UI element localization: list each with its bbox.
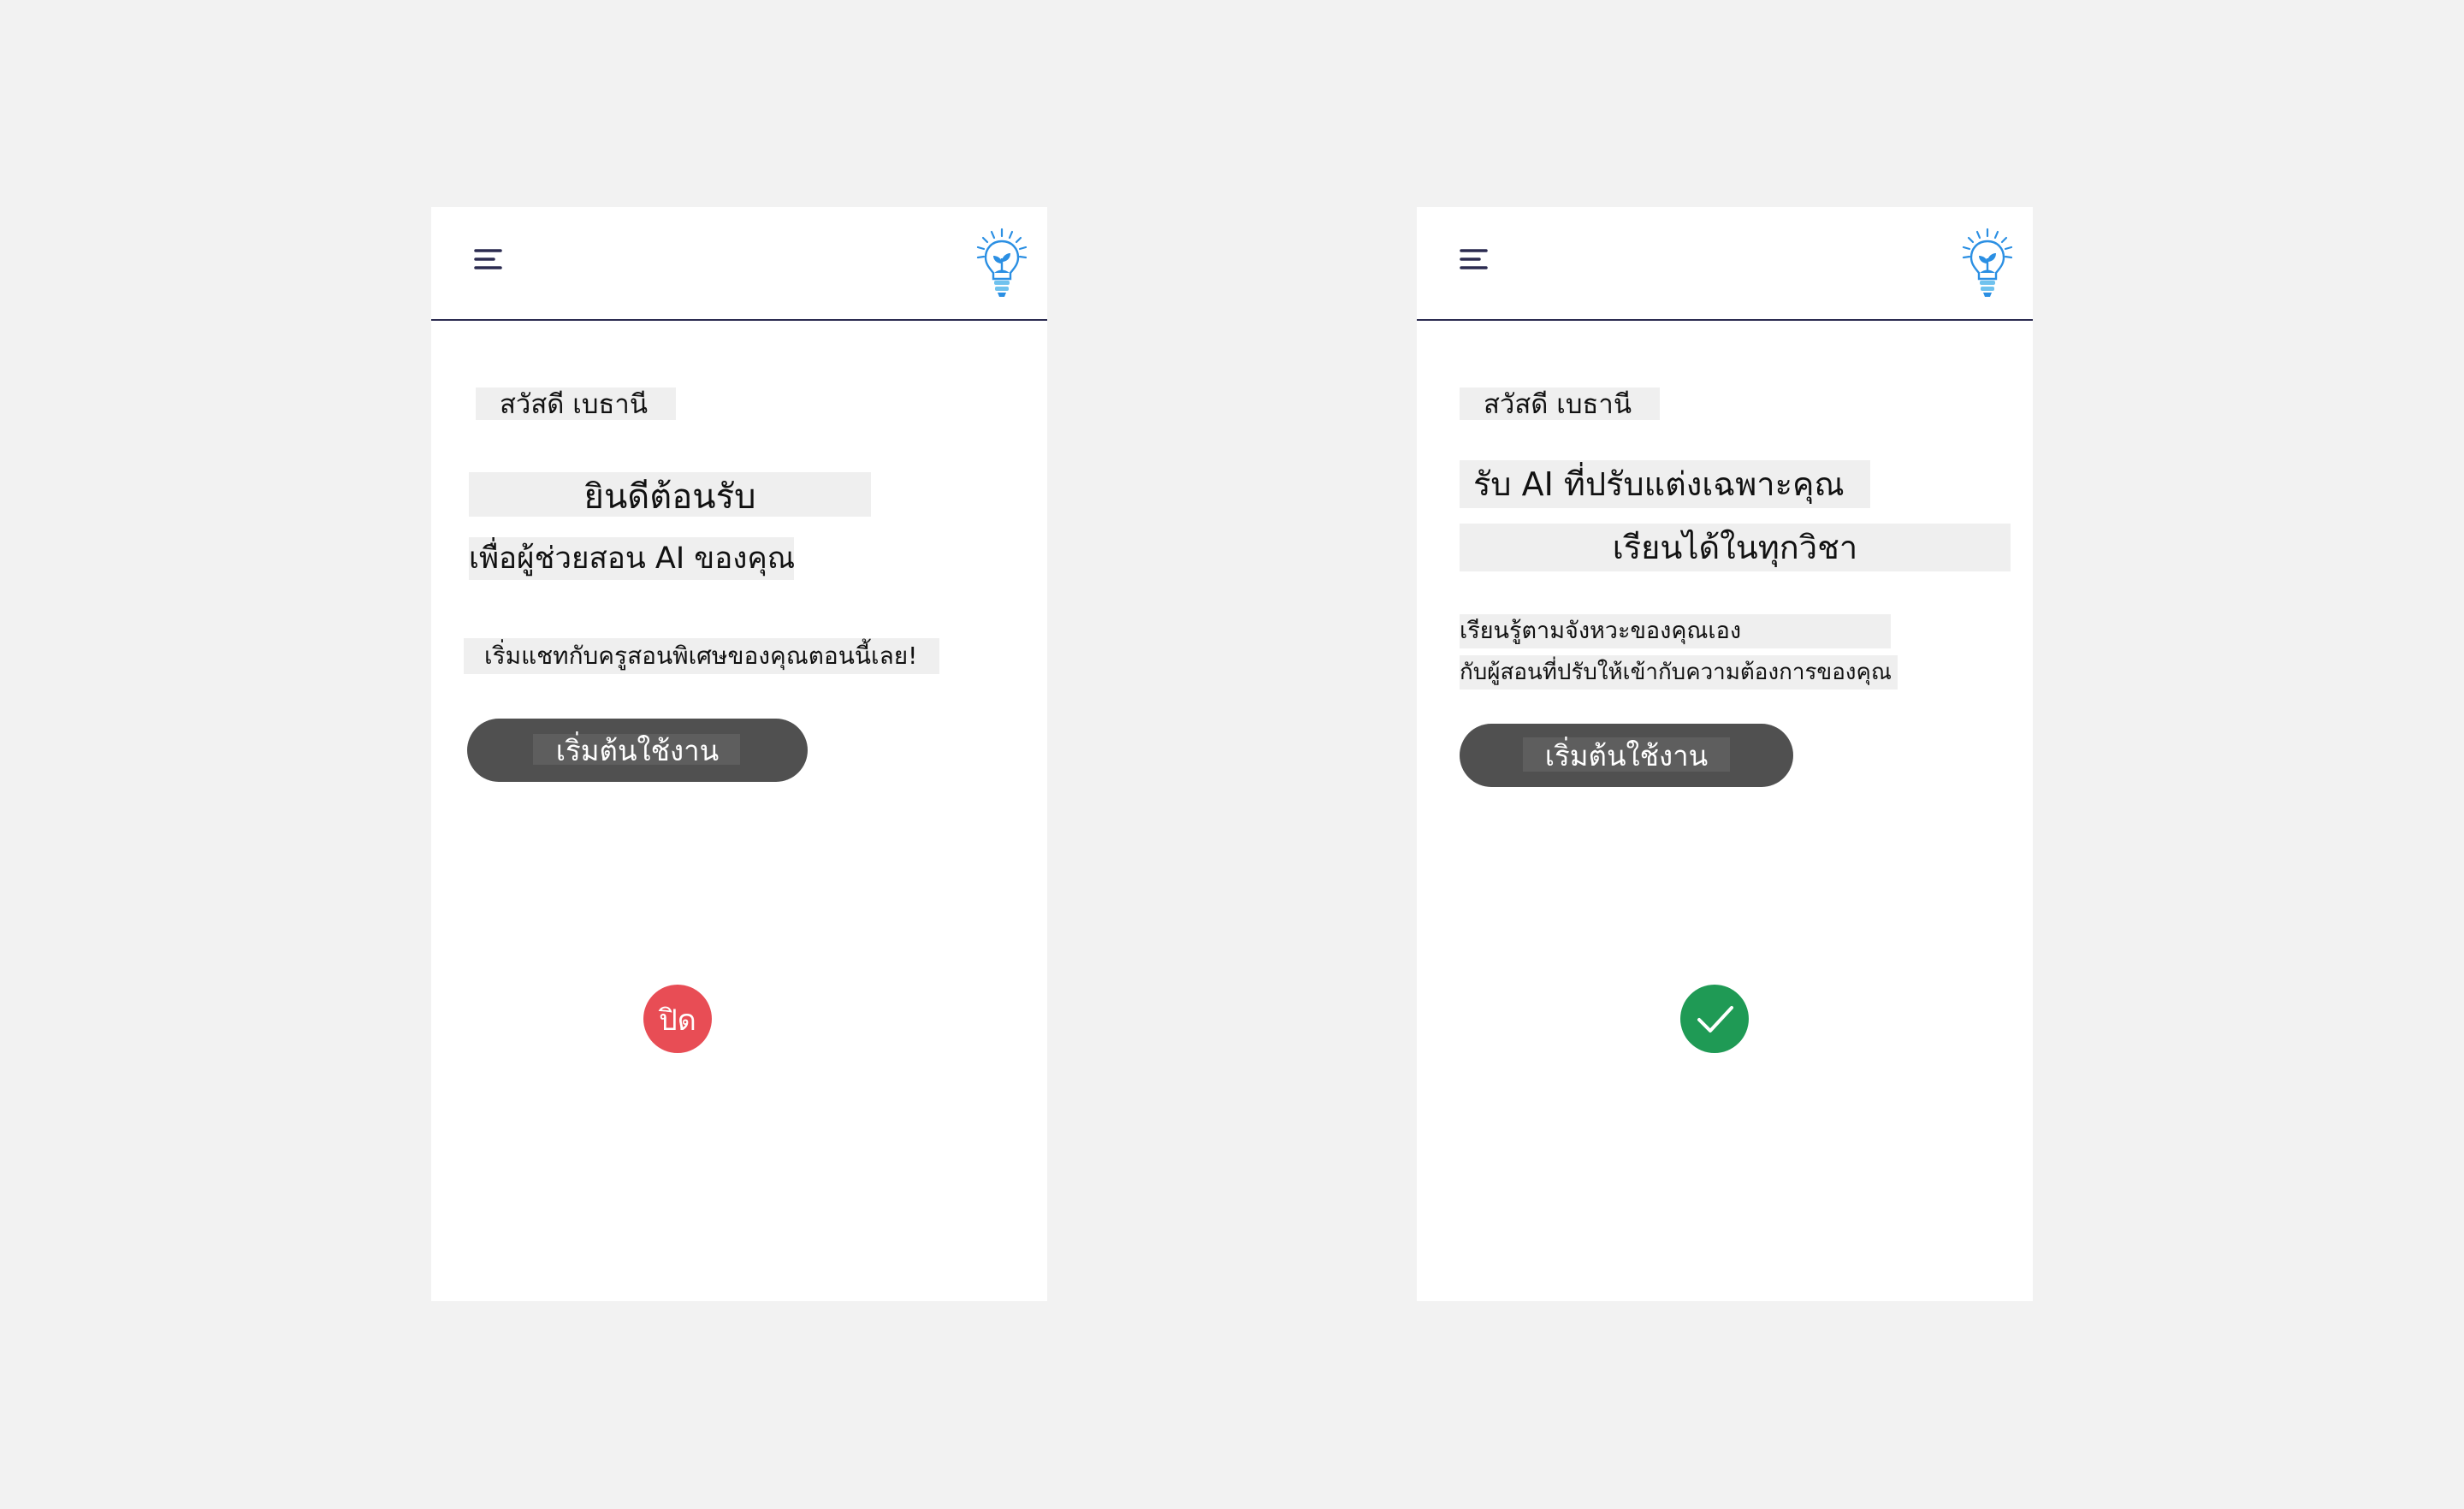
menu-icon[interactable]	[1460, 245, 1490, 275]
greeting-text: สวัสดี เบธานี	[500, 389, 649, 420]
off-status-badge: ปิด	[643, 985, 712, 1053]
body-line2-text: กับผู้สอนที่ปรับให้เข้ากับความต้องการของ…	[1460, 660, 1892, 685]
get-started-button[interactable]: เริ่มต้นใช้งาน	[467, 719, 808, 782]
get-started-button[interactable]: เริ่มต้นใช้งาน	[1460, 724, 1793, 787]
lightbulb-plant-logo	[976, 228, 1028, 297]
welcome-headline: ยินดีต้อนรับ	[583, 477, 756, 517]
phone-screen-right: สวัสดี เบธานี รับ AI ที่ปรับแต่งเฉพาะคุณ…	[1417, 207, 2033, 1301]
lightbulb-plant-logo	[1962, 228, 2013, 297]
check-icon	[1697, 1006, 1733, 1033]
greeting-text: สวัสดี เบธานี	[1484, 389, 1632, 420]
app-header	[431, 207, 1047, 321]
body-text: เริ่มแชทกับครูสอนพิเศษของคุณตอนนี้เลย!	[484, 642, 918, 670]
menu-icon[interactable]	[474, 245, 505, 275]
get-started-label: เริ่มต้นใช้งาน	[555, 735, 720, 766]
check-status-badge	[1680, 985, 1749, 1053]
personalized-ai-headline: รับ AI ที่ปรับแต่งเฉพาะคุณ	[1473, 465, 1845, 503]
subheadline-text: เพื่อผู้ช่วยสอน AI ของคุณ	[469, 541, 796, 576]
off-status-label: ปิด	[659, 1003, 696, 1038]
app-header	[1417, 207, 2033, 321]
get-started-label: เริ่มต้นใช้งาน	[1544, 740, 1709, 772]
body-line1-text: เรียนรู้ตามจังหวะของคุณเอง	[1460, 618, 1742, 644]
phone-screen-left: สวัสดี เบธานี ยินดีต้อนรับ เพื่อผู้ช่วยส…	[431, 207, 1047, 1301]
all-subjects-headline: เรียนได้ในทุกวิชา	[1612, 529, 1858, 566]
